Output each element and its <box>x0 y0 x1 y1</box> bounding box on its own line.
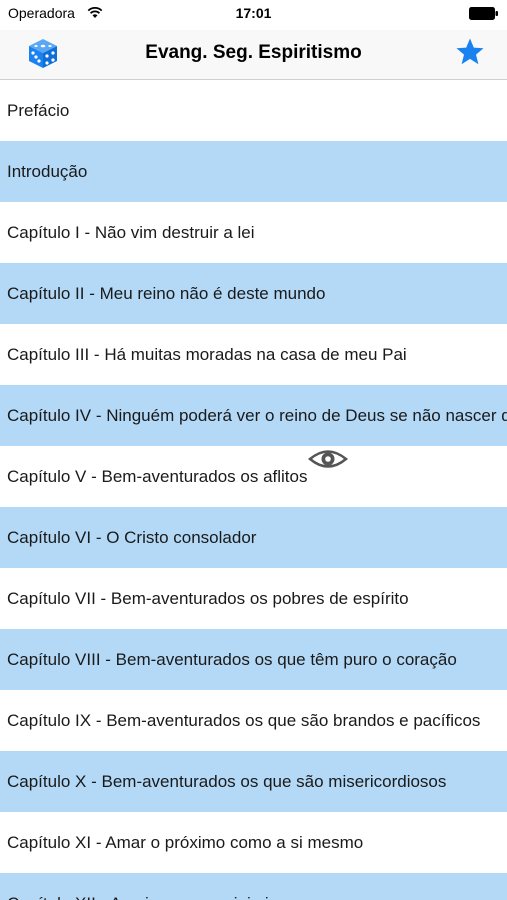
chapter-item-9[interactable]: Capítulo IX - Bem-aventurados os que são… <box>0 690 507 751</box>
status-bar: Operadora 17:01 <box>0 0 507 30</box>
page-title: Evang. Seg. Espiritismo <box>145 42 362 63</box>
status-time: 17:01 <box>235 5 272 21</box>
star-icon[interactable] <box>455 37 485 67</box>
navigation-bar: Evang. Seg. Espiritismo <box>0 30 507 80</box>
chapter-item-6[interactable]: Capítulo VI - O Cristo consolador <box>0 507 507 568</box>
chapter-item-8[interactable]: Capítulo VIII - Bem-aventurados os que t… <box>0 629 507 690</box>
chapter-item-prefacio[interactable]: Prefácio <box>0 80 507 141</box>
chapter-item-3[interactable]: Capítulo III - Há muitas moradas na casa… <box>0 324 507 385</box>
battery-icon <box>469 7 498 20</box>
chapter-item-introducao[interactable]: Introdução <box>0 141 507 202</box>
chapter-item-7[interactable]: Capítulo VII - Bem-aventurados os pobres… <box>0 568 507 629</box>
eye-icon <box>308 450 348 468</box>
chapter-item-12[interactable]: Capítulo XII - Amai os vossos inimigos <box>0 873 507 900</box>
app-screen: Operadora 17:01 Evang. Seg. Espiritismo … <box>0 0 507 900</box>
chapter-item-2[interactable]: Capítulo II - Meu reino não é deste mund… <box>0 263 507 324</box>
chapter-item-11[interactable]: Capítulo XI - Amar o próximo como a si m… <box>0 812 507 873</box>
chapter-list: Prefácio Introdução Capítulo I - Não vim… <box>0 80 507 900</box>
chapter-item-1[interactable]: Capítulo I - Não vim destruir a lei <box>0 202 507 263</box>
chapter-item-5[interactable]: Capítulo V - Bem-aventurados os aflitos <box>0 446 507 507</box>
chapter-item-4[interactable]: Capítulo IV - Ninguém poderá ver o reino… <box>0 385 507 446</box>
chapter-item-10[interactable]: Capítulo X - Bem-aventurados os que são … <box>0 751 507 812</box>
